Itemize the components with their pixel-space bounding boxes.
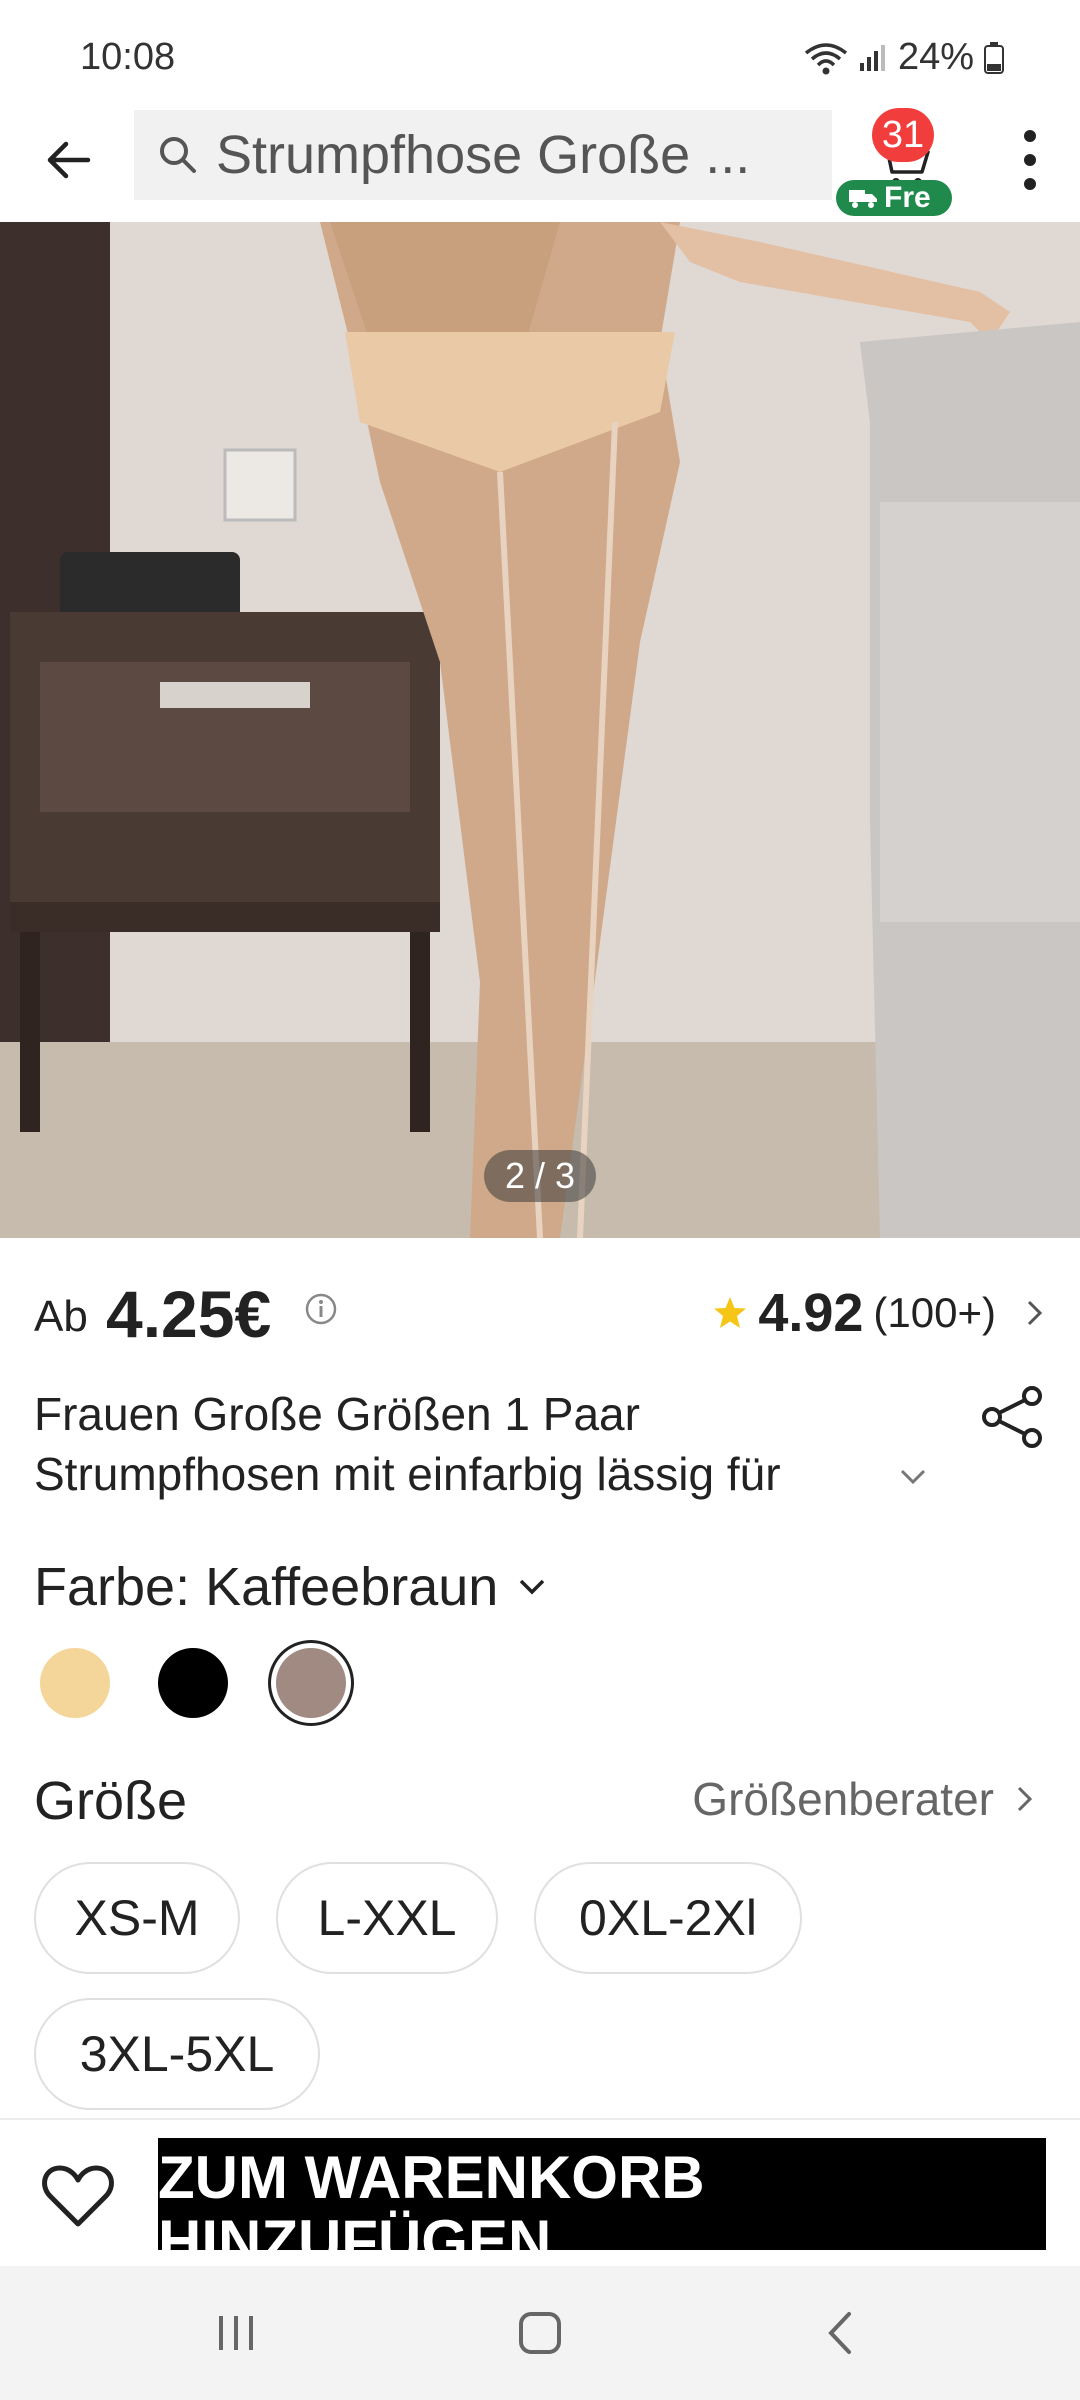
more-options-button[interactable]	[1000, 120, 1060, 200]
recent-apps-button[interactable]	[196, 2300, 276, 2366]
swatch-kaffeebraun[interactable]	[276, 1648, 346, 1718]
size-guide-label: Größenberater	[692, 1773, 994, 1825]
dot-icon	[1024, 130, 1036, 142]
star-icon	[714, 1297, 747, 1328]
free-shipping-badge: Fre	[836, 180, 952, 216]
wishlist-button[interactable]	[38, 2156, 118, 2236]
cart-button[interactable]: 31 Fre	[836, 100, 956, 218]
size-guide-link[interactable]: Größenberater	[692, 1772, 1036, 1826]
size-option[interactable]: 0XL-2Xl	[534, 1862, 802, 1974]
price-prefix: Ab	[34, 1292, 88, 1341]
wifi-icon	[804, 41, 848, 75]
chevron-right-icon	[1017, 1786, 1033, 1812]
add-to-cart-button[interactable]: ZUM WARENKORB HINZUFÜGEN	[158, 2138, 1046, 2250]
expand-title-button[interactable]	[898, 1466, 928, 1493]
heart-icon	[42, 2165, 114, 2227]
product-title: Frauen Große Größen 1 Paar Strumpfhosen …	[34, 1384, 934, 1504]
rating-summary[interactable]: 4.92 (100+)	[712, 1282, 1046, 1344]
system-nav-bar	[0, 2266, 1080, 2400]
size-options-row-1: XS-M L-XXL 0XL-2Xl	[34, 1862, 802, 1974]
search-query: Strumpfhose Große ...	[216, 125, 751, 185]
back-button[interactable]	[30, 122, 106, 198]
title-line-2: Strumpfhosen mit einfarbig lässig für	[34, 1448, 781, 1500]
chevron-right-icon	[1027, 1300, 1043, 1326]
share-button[interactable]	[980, 1384, 1046, 1450]
signal-icon	[858, 43, 888, 73]
bottom-action-bar: ZUM WARENKORB HINZUFÜGEN	[0, 2118, 1080, 2268]
image-counter: 2 / 3	[484, 1150, 596, 1202]
home-button[interactable]	[500, 2300, 580, 2366]
status-bar: 10:08 24%	[0, 0, 1080, 110]
size-options-row-2: 3XL-5XL	[34, 1998, 320, 2110]
swatch-beige[interactable]	[40, 1648, 110, 1718]
size-option[interactable]: 3XL-5XL	[34, 1998, 320, 2110]
battery-icon	[984, 41, 1004, 74]
price-row: Ab 4.25€ 4.92 (100+)	[34, 1270, 1046, 1351]
size-label: Größe	[34, 1771, 188, 1831]
share-icon	[982, 1386, 1042, 1448]
free-label: Fre	[884, 181, 931, 214]
rating-value: 4.92	[758, 1283, 864, 1343]
status-time: 10:08	[80, 36, 176, 78]
title-line-1: Frauen Große Größen 1 Paar	[34, 1388, 640, 1440]
arrow-left-icon	[47, 141, 91, 179]
cart-count-badge: 31	[872, 108, 934, 162]
product-photo	[0, 222, 1080, 1238]
dot-icon	[1024, 154, 1036, 166]
battery-percent: 24%	[897, 36, 974, 78]
search-icon	[160, 137, 196, 173]
chevron-down-icon	[900, 1469, 926, 1485]
info-icon[interactable]	[304, 1292, 338, 1331]
truck-icon	[849, 190, 877, 208]
status-icons: 24%	[804, 36, 1004, 79]
home-icon	[519, 2312, 561, 2354]
color-swatches	[40, 1648, 346, 1718]
price-value: 4.25€	[106, 1277, 272, 1351]
rating-count: (100+)	[873, 1289, 996, 1336]
swatch-black[interactable]	[158, 1648, 228, 1718]
dot-icon	[1024, 178, 1036, 190]
chevron-left-icon	[828, 2312, 851, 2354]
color-label-text: Farbe: Kaffeebraun	[34, 1557, 499, 1617]
size-option[interactable]: L-XXL	[276, 1862, 498, 1974]
top-app-bar: Strumpfhose Große ... 31 Fre	[0, 100, 1080, 222]
color-selector-label[interactable]: Farbe: Kaffeebraun	[34, 1556, 548, 1618]
system-back-button[interactable]	[802, 2300, 882, 2366]
size-option[interactable]: XS-M	[34, 1862, 240, 1974]
chevron-down-icon	[520, 1579, 545, 1595]
recents-icon	[219, 2316, 253, 2350]
search-input[interactable]: Strumpfhose Große ...	[134, 110, 832, 200]
product-image-gallery[interactable]: 2 / 3	[0, 222, 1080, 1238]
